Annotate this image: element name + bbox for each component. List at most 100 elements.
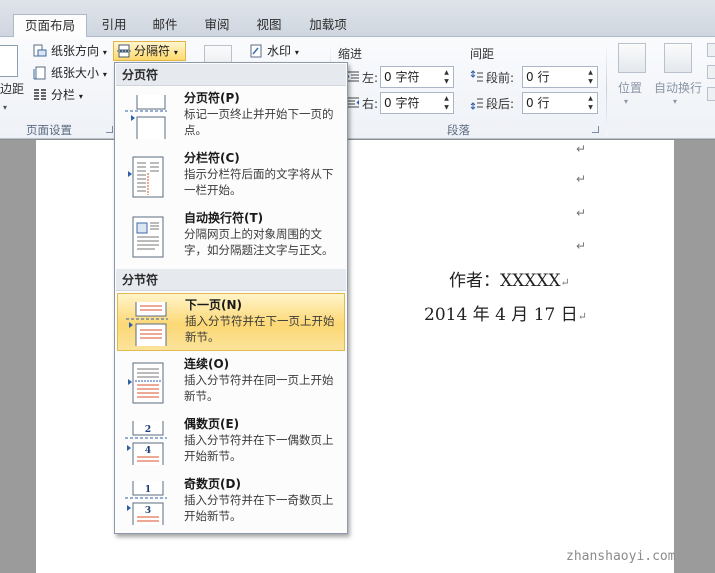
tab-references[interactable]: 引用	[92, 14, 136, 37]
menu-item-page-break[interactable]: 分页符(P) 标记一页终止并开始下一页的点。	[117, 87, 345, 145]
orientation-dropdown-arrow-icon: ▾	[102, 48, 107, 57]
menu-item-title: 分页符(P)	[184, 91, 240, 105]
columns-icon	[34, 89, 46, 100]
paragraph-mark: ↵	[576, 206, 587, 220]
menu-item-continuous[interactable]: 连续(O) 插入分节符并在同一页上开始新节。	[117, 353, 345, 411]
send-backward-icon[interactable]	[707, 65, 715, 79]
breaks-button[interactable]: 分隔符 ▾	[113, 41, 186, 61]
spacing-after-label: 段后:	[486, 97, 515, 111]
margins-button[interactable]: 边距	[0, 80, 24, 97]
indent-left-icon	[347, 71, 359, 82]
tab-mailings[interactable]: 邮件	[142, 14, 188, 37]
author-text: 作者：XXXXX	[449, 271, 561, 291]
text-wrapping-break-icon	[132, 216, 164, 258]
bring-forward-icon[interactable]	[707, 43, 715, 57]
indent-right-label: 右:	[362, 97, 379, 111]
wrap-text-button[interactable]: 自动换行	[654, 79, 702, 96]
orientation-button[interactable]: 纸张方向 ▾	[49, 42, 107, 62]
paper-size-button[interactable]: 纸张大小 ▾	[49, 64, 107, 84]
breaks-dropdown-menu: 分页符 分页符(P) 标记一页终止并开始下一页的点。 分栏符(C) 指示分栏符后…	[114, 62, 348, 534]
menu-item-even-page[interactable]: 2 4 偶数页(E) 插入分节符并在下一偶数页上开始新节。	[117, 413, 345, 471]
paper-size-dropdown-arrow-icon: ▾	[102, 70, 107, 79]
group-separator	[606, 41, 607, 137]
watermark-dropdown-arrow-icon: ▾	[294, 48, 299, 57]
spacing-after-icon	[470, 98, 483, 110]
menu-item-title: 连续(O)	[184, 357, 230, 371]
indent-left-label: 左:	[362, 71, 379, 85]
orientation-label: 纸张方向	[51, 44, 100, 58]
paragraph-mark: ↵	[576, 239, 587, 253]
indent-header: 缩进	[338, 47, 363, 61]
margins-icon	[0, 45, 18, 77]
date-line[interactable]: 2014 年 4 月 17 日↵	[424, 300, 587, 325]
indent-right-icon	[347, 97, 359, 108]
breaks-label: 分隔符	[134, 44, 171, 58]
menu-item-next-page[interactable]: 下一页(N) 插入分节符并在下一页上开始新节。	[117, 293, 345, 351]
paragraph-dialog-launcher-icon[interactable]	[592, 126, 599, 133]
date-text: 2014 年 4 月 17 日	[424, 305, 578, 325]
watermark-label: 水印	[267, 44, 292, 58]
indent-left-input[interactable]: 0 字符 ▲ ▼	[380, 66, 454, 88]
menu-item-title: 偶数页(E)	[184, 417, 240, 431]
position-dropdown-arrow-icon: ▾	[624, 97, 629, 106]
spinner-arrows-icon[interactable]: ▲ ▼	[442, 94, 451, 112]
tab-review[interactable]: 审阅	[194, 14, 240, 37]
spacing-after-value: 0 行	[526, 96, 550, 110]
column-break-icon	[128, 156, 164, 198]
continuous-icon	[128, 362, 164, 404]
selection-pane-icon[interactable]	[707, 87, 715, 101]
page-breaks-header: 分页符	[116, 64, 346, 86]
columns-dropdown-arrow-icon: ▾	[78, 92, 83, 101]
indent-right-input[interactable]: 0 字符 ▲ ▼	[380, 92, 454, 114]
menu-item-title: 分栏符(C)	[184, 151, 240, 165]
spacing-after-input[interactable]: 0 行 ▲ ▼	[522, 92, 598, 114]
menu-item-title: 下一页(N)	[185, 298, 243, 312]
watermark-button[interactable]: 水印 ▾	[265, 42, 299, 62]
paper-size-label: 纸张大小	[51, 66, 100, 80]
paragraph-mark: ↵	[560, 276, 570, 289]
tab-page-layout[interactable]: 页面布局	[13, 14, 87, 38]
odd-page-icon: 1 3	[125, 481, 167, 525]
tab-view[interactable]: 视图	[246, 14, 292, 37]
wrap-text-dropdown-arrow-icon: ▾	[673, 97, 678, 106]
ribbon-tab-bar: 页面布局 引用 邮件 审阅 视图 加载项	[0, 0, 715, 38]
columns-button[interactable]: 分栏 ▾	[49, 86, 83, 106]
spacing-before-value: 0 行	[526, 70, 550, 84]
spinner-arrows-icon[interactable]: ▲ ▼	[586, 94, 595, 112]
paragraph-mark: ↵	[576, 172, 587, 186]
svg-text:2: 2	[145, 425, 151, 435]
menu-item-desc: 插入分节符并在同一页上开始新节。	[184, 373, 334, 403]
ribbon: 边距 ▾ 纸张方向 ▾ 纸张大小 ▾ 分栏 ▾ 分隔符 ▾ 页面设置 水印 ▾ …	[0, 37, 715, 139]
menu-item-text-wrapping-break[interactable]: 自动换行符(T) 分隔网页上的对象周围的文字，如分隔题注文字与正文。	[117, 207, 345, 265]
spacing-header: 间距	[470, 47, 495, 61]
spacing-before-input[interactable]: 0 行 ▲ ▼	[522, 66, 598, 88]
author-line[interactable]: 作者：XXXXX↵	[449, 266, 570, 291]
menu-item-column-break[interactable]: 分栏符(C) 指示分栏符后面的文字将从下一栏开始。	[117, 147, 345, 205]
spinner-arrows-icon[interactable]: ▲ ▼	[586, 68, 595, 86]
position-button[interactable]: 位置	[618, 79, 642, 96]
spacing-before-label: 段前:	[486, 71, 515, 85]
menu-item-desc: 指示分栏符后面的文字将从下一栏开始。	[184, 167, 334, 197]
menu-item-desc: 插入分节符并在下一偶数页上开始新节。	[184, 433, 334, 463]
paper-size-icon	[33, 66, 46, 80]
indent-right-value: 0 字符	[384, 96, 420, 110]
page-break-icon	[125, 95, 167, 139]
columns-label: 分栏	[51, 88, 76, 102]
even-page-icon: 2 4	[125, 421, 167, 465]
page-setup-dialog-launcher-icon[interactable]	[106, 126, 113, 133]
menu-item-desc: 标记一页终止并开始下一页的点。	[184, 107, 334, 137]
next-page-icon	[126, 302, 168, 346]
svg-text:3: 3	[145, 506, 151, 516]
tab-add-ins[interactable]: 加载项	[300, 14, 356, 37]
wrap-text-icon	[664, 43, 692, 73]
spacing-before-icon	[470, 70, 483, 82]
spinner-arrows-icon[interactable]: ▲ ▼	[442, 68, 451, 86]
indent-left-value: 0 字符	[384, 70, 420, 84]
orientation-icon	[33, 44, 47, 57]
menu-item-title: 奇数页(D)	[184, 477, 241, 491]
margins-dropdown-arrow-icon: ▾	[3, 103, 8, 112]
paragraph-group-label: 段落	[447, 123, 470, 137]
menu-item-odd-page[interactable]: 1 3 奇数页(D) 插入分节符并在下一奇数页上开始新节。	[117, 473, 345, 531]
paragraph-mark: ↵	[576, 142, 587, 156]
svg-text:1: 1	[145, 485, 151, 495]
